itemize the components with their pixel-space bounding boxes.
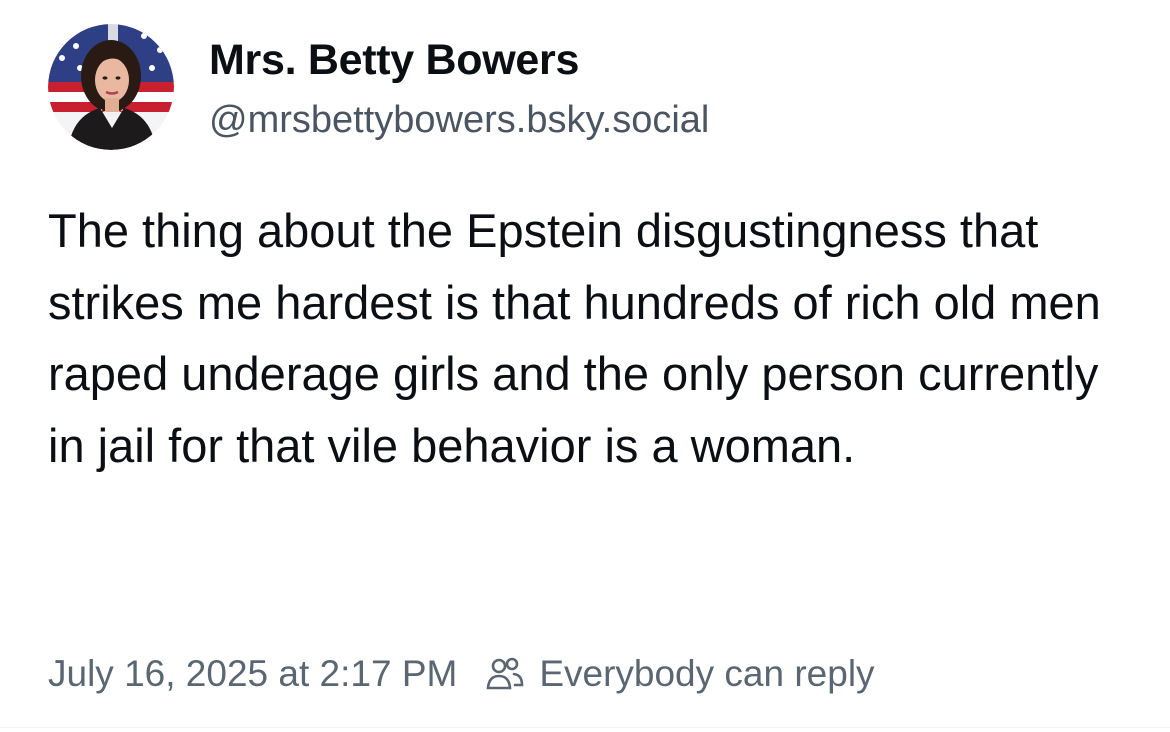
post-timestamp[interactable]: July 16, 2025 at 2:17 PM [48, 653, 457, 695]
post-card: Mrs. Betty Bowers @mrsbettybowers.bsky.s… [0, 0, 1170, 732]
post-text: The thing about the Epstein disgustingne… [48, 204, 1101, 472]
reply-setting-label: Everybody can reply [539, 653, 875, 694]
post-meta: July 16, 2025 at 2:17 PM Everybody can r… [48, 648, 875, 700]
divider [0, 727, 1170, 728]
author-avatar[interactable] [48, 24, 174, 150]
author-display-name[interactable]: Mrs. Betty Bowers [209, 34, 579, 86]
people-icon [486, 657, 524, 690]
portrait-avatar-icon [48, 24, 174, 150]
reply-setting[interactable]: Everybody can reply [485, 653, 875, 695]
author-handle[interactable]: @mrsbettybowers.bsky.social [209, 96, 709, 144]
